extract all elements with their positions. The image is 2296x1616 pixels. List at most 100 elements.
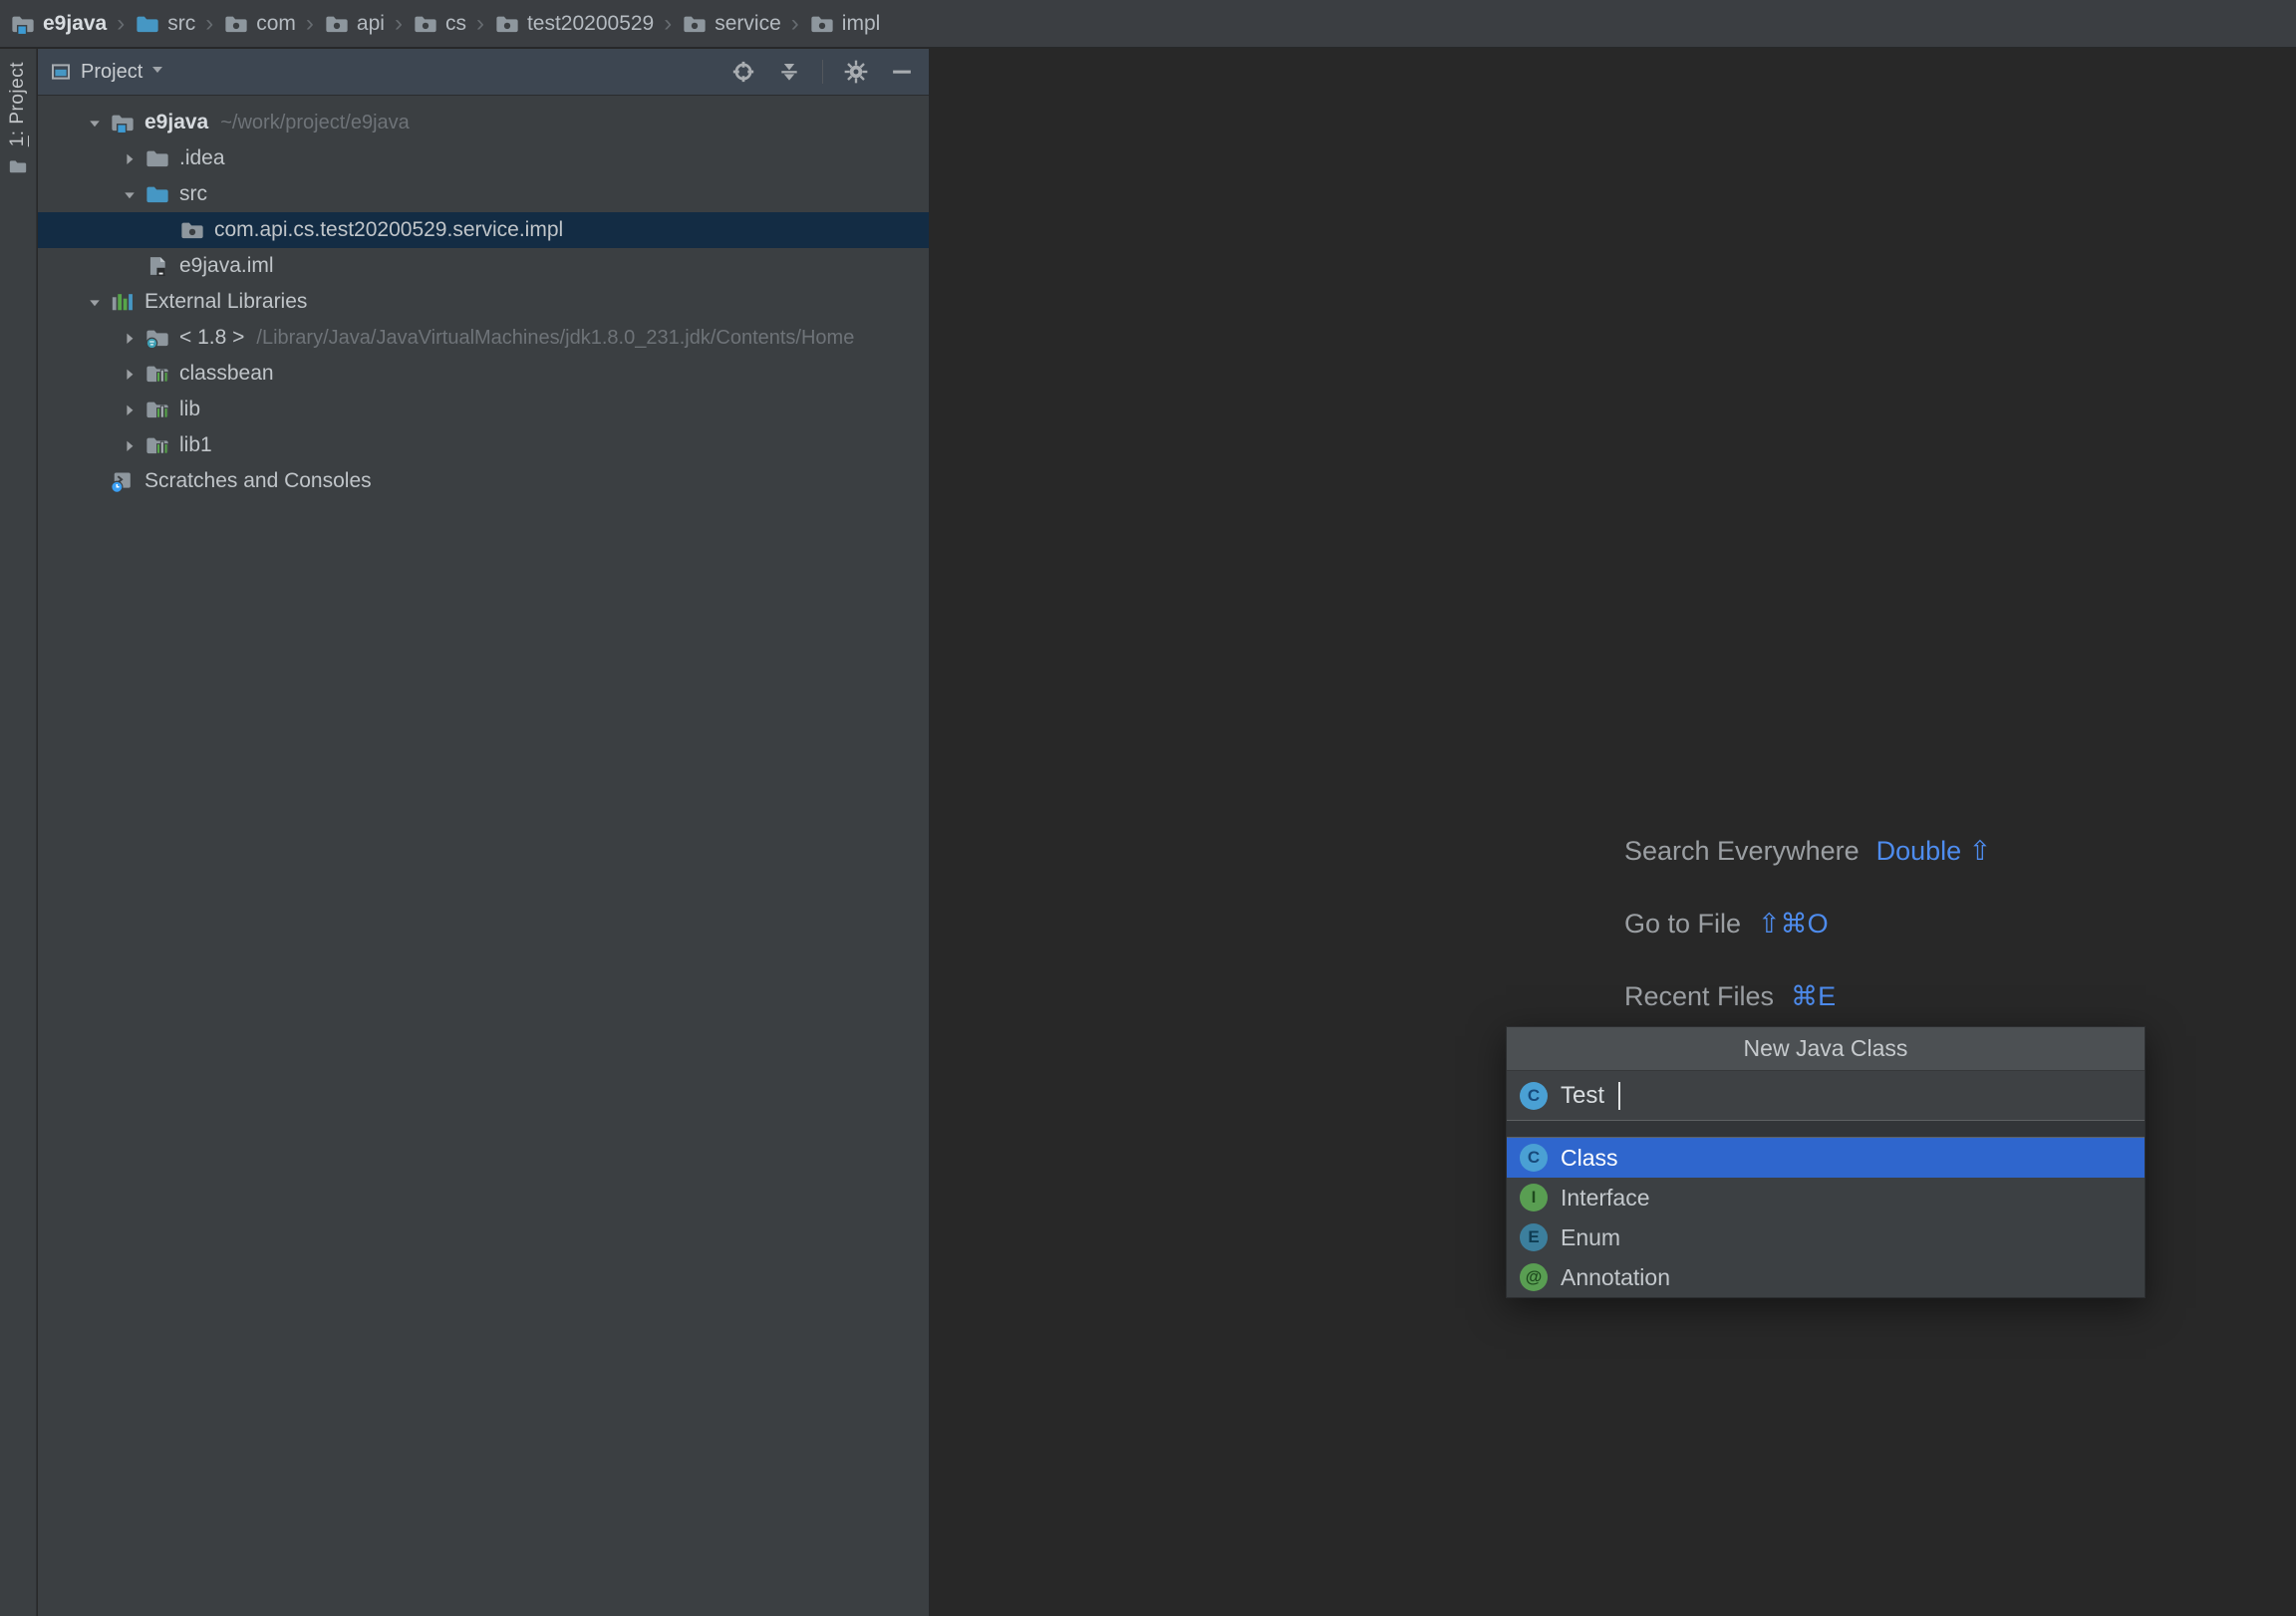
folder-icon [144, 145, 170, 171]
project-folder-icon [110, 110, 136, 135]
shortcut-hint: Recent Files⌘E [1624, 979, 1991, 1013]
chevron-down-icon[interactable] [151, 66, 163, 78]
kind-option-annotation[interactable]: @Annotation [1507, 1257, 2145, 1297]
popup-title: New Java Class [1507, 1027, 2145, 1071]
scratches-icon [110, 468, 136, 494]
shortcut-action-label: Go to File [1624, 909, 1741, 940]
tree-expanded-arrow-icon[interactable] [78, 115, 110, 132]
shortcut-hint: Search EverywhereDouble ⇧ [1624, 834, 1991, 868]
folder-icon [144, 145, 170, 171]
package-icon [324, 11, 350, 37]
project-tree: e9java ~/work/project/e9java .idea srccom.a… [38, 96, 929, 499]
tree-node-label: Scratches and Consoles [144, 469, 372, 493]
breadcrumb-item-service[interactable]: service [682, 0, 781, 48]
class-icon: C [1520, 1144, 1548, 1172]
interface-icon: I [1520, 1184, 1548, 1212]
tree-row-.idea[interactable]: .idea [38, 140, 929, 176]
breadcrumb-separator: › [205, 0, 213, 48]
panel-title: Project [81, 61, 143, 84]
shortcut-keys: Double ⇧ [1876, 836, 1992, 867]
arrow-collapsed-icon [121, 150, 138, 167]
locate-button[interactable] [730, 59, 756, 85]
tool-window-stripe: 1: Project [0, 49, 37, 1616]
class-name-input[interactable]: C Test [1507, 1071, 2145, 1121]
settings-button[interactable] [843, 59, 869, 85]
tree-row-scratches-and-consoles[interactable]: Scratches and Consoles [38, 463, 929, 499]
popup-divider [1507, 1121, 2145, 1138]
project-folder-icon [110, 110, 136, 135]
source-folder-icon [135, 11, 160, 37]
tree-row-classbean[interactable]: classbean [38, 356, 929, 392]
tree-collapsed-arrow-icon[interactable] [113, 150, 144, 167]
breadcrumb-item-cs[interactable]: cs [413, 0, 466, 48]
class-name-value: Test [1561, 1082, 1604, 1110]
package-icon [494, 11, 520, 37]
library-icon [144, 432, 170, 458]
enum-icon: E [1520, 1223, 1548, 1251]
libraries-icon [110, 289, 136, 315]
tree-node-label: e9java [144, 111, 208, 135]
breadcrumb-item-api[interactable]: api [324, 0, 385, 48]
tree-collapsed-arrow-icon[interactable] [113, 402, 144, 418]
library-icon [144, 397, 170, 422]
tree-row-lib1[interactable]: lib1 [38, 427, 929, 463]
package-icon [413, 11, 438, 37]
source-folder-icon [144, 181, 170, 207]
breadcrumb-separator: › [395, 0, 403, 48]
tree-expanded-arrow-icon[interactable] [113, 186, 144, 203]
breadcrumb-item-com[interactable]: com [223, 0, 296, 48]
arrow-expanded-icon [86, 294, 103, 311]
project-panel-header: Project [38, 49, 929, 96]
tree-row-lib[interactable]: lib [38, 392, 929, 427]
tree-node-label: < 1.8 > [179, 326, 244, 350]
tree-row-e9java[interactable]: e9java ~/work/project/e9java [38, 105, 929, 140]
annotation-icon: @ [1520, 1263, 1548, 1291]
breadcrumb-separator: › [117, 0, 125, 48]
tree-row-com.api.cs.test20200529.service.impl[interactable]: com.api.cs.test20200529.service.impl [38, 212, 929, 248]
tree-node-label: lib1 [179, 433, 212, 457]
kind-option-interface[interactable]: IInterface [1507, 1178, 2145, 1217]
breadcrumb-item-src[interactable]: src [135, 0, 195, 48]
tree-row-external-libraries[interactable]: External Libraries [38, 284, 929, 320]
hide-button[interactable] [889, 59, 915, 85]
tree-expanded-arrow-icon[interactable] [78, 294, 110, 311]
breadcrumb-item-impl[interactable]: impl [809, 0, 881, 48]
tree-node-label: e9java.iml [179, 254, 274, 278]
tree-node-label: External Libraries [144, 290, 307, 314]
project-folder-icon [10, 11, 36, 37]
tree-row--1.8-[interactable]: < 1.8 >/Library/Java/JavaVirtualMachines… [38, 320, 929, 356]
jdk-folder-icon [144, 325, 170, 351]
arrow-expanded-icon [86, 115, 103, 132]
project-window-icon [50, 61, 72, 83]
collapse-all-button[interactable] [776, 59, 802, 85]
kind-option-enum[interactable]: EEnum [1507, 1217, 2145, 1257]
breadcrumb-label: api [357, 12, 385, 36]
class-icon: C [1520, 1082, 1548, 1110]
kind-option-class[interactable]: CClass [1507, 1138, 2145, 1178]
caret-down-icon [151, 66, 163, 78]
breadcrumb-label: impl [842, 12, 881, 36]
tree-collapsed-arrow-icon[interactable] [113, 330, 144, 347]
tree-row-e9java.iml[interactable]: e9java.iml [38, 248, 929, 284]
breadcrumb-separator: › [664, 0, 672, 48]
tree-node-label: classbean [179, 362, 274, 386]
breadcrumb-label: src [167, 12, 195, 36]
tree-node-path: ~/work/project/e9java [220, 112, 410, 135]
tree-node-label: .idea [179, 146, 225, 170]
breadcrumb-label: cs [445, 12, 466, 36]
locate-icon [730, 59, 756, 85]
tree-row-src[interactable]: src [38, 176, 929, 212]
shortcut-keys: ⌘E [1791, 981, 1836, 1012]
breadcrumb-item-test20200529[interactable]: test20200529 [494, 0, 654, 48]
breadcrumb-item-e9java[interactable]: e9java [10, 0, 107, 48]
arrow-collapsed-icon [121, 330, 138, 347]
source-folder-icon [144, 181, 170, 207]
library-icon [144, 432, 170, 458]
package-icon [682, 11, 708, 37]
package-icon [223, 11, 249, 37]
tool-window-button-project[interactable]: 1: Project [0, 49, 36, 176]
new-java-class-popup: New Java Class C Test CClassIInterfaceEE… [1506, 1026, 2146, 1298]
libraries-icon [110, 289, 136, 315]
tree-collapsed-arrow-icon[interactable] [113, 366, 144, 383]
tree-collapsed-arrow-icon[interactable] [113, 437, 144, 454]
